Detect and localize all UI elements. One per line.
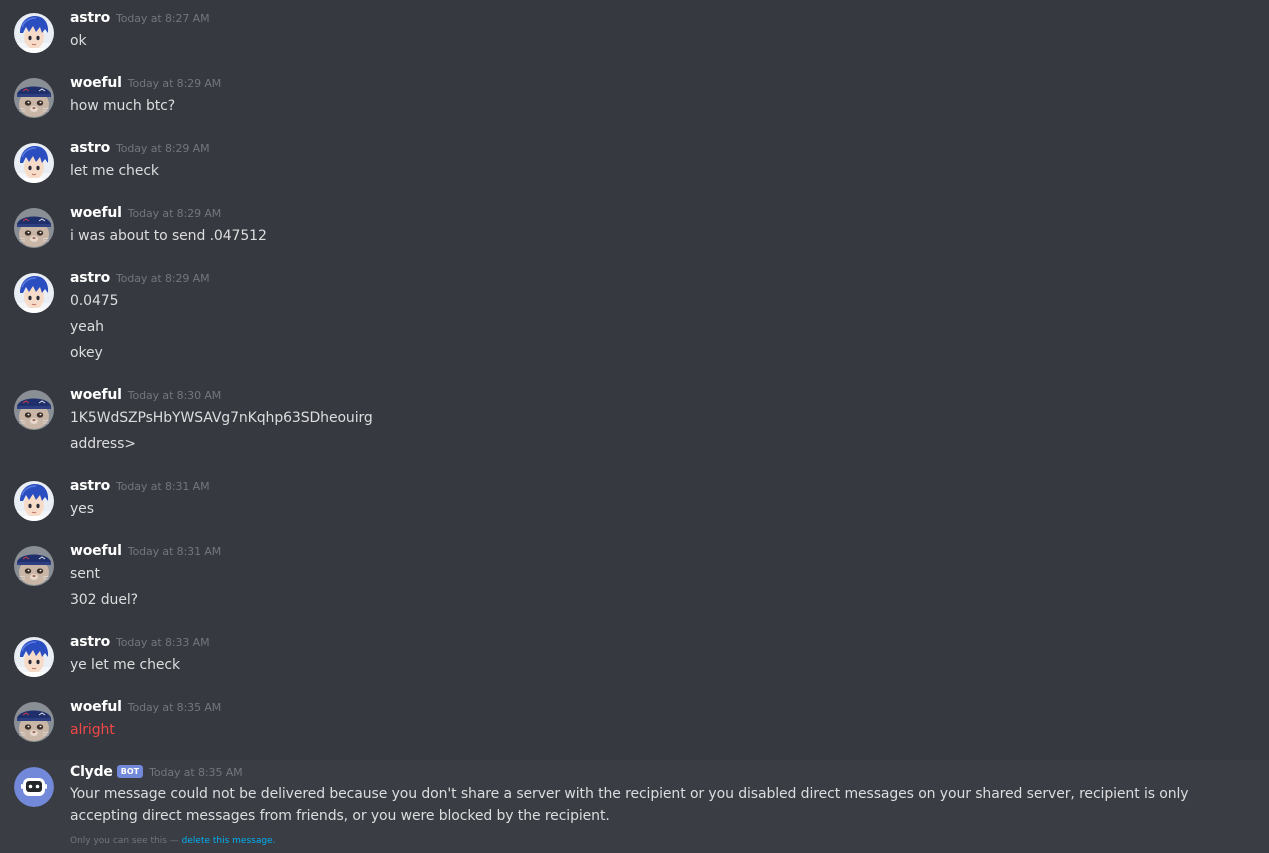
message-text: 1K5WdSZPsHbYWSAVg7nKqhp63SDheouirg [70,410,373,426]
timestamp: Today at 8:27 AM [116,12,210,25]
bot-tag: BOT [116,765,144,778]
message-text: yes [70,501,94,517]
timestamp: Today at 8:31 AM [116,480,210,493]
message-header: woeful Today at 8:30 AM [70,384,221,404]
message-header: woeful Today at 8:29 AM [70,72,221,92]
message-header: woeful Today at 8:29 AM [70,202,221,222]
username[interactable]: woeful [70,75,122,91]
timestamp: Today at 8:29 AM [127,207,222,220]
message-header: woeful Today at 8:31 AM [70,540,221,560]
message-header: astro Today at 8:29 AM [70,137,210,157]
clyde-bot-avatar[interactable] [14,767,54,807]
delete-message-link[interactable]: delete this message. [182,836,276,846]
message-header: astro Today at 8:33 AM [70,631,210,651]
message-header: astro Today at 8:31 AM [70,475,210,495]
clyde-message-text: Your message could not be delivered beca… [70,786,1189,824]
message-text: 302 duel? [70,592,138,608]
message-text: address> [70,436,136,452]
message-header: astro Today at 8:27 AM [70,7,210,27]
username[interactable]: astro [70,634,110,650]
woeful-avatar[interactable] [14,390,54,430]
username[interactable]: astro [70,478,110,494]
woeful-avatar[interactable] [14,546,54,586]
astro-avatar[interactable] [14,273,54,313]
message-header: astro Today at 8:29 AM [70,267,210,287]
message-header: woeful Today at 8:35 AM [70,696,221,716]
message-text: let me check [70,163,159,179]
message-text: ye let me check [70,657,180,673]
astro-avatar[interactable] [14,143,54,183]
timestamp: Today at 8:31 AM [127,545,222,558]
astro-avatar[interactable] [14,637,54,677]
timestamp: Today at 8:35 AM [127,701,222,714]
message-text: yeah [70,319,104,335]
woeful-avatar[interactable] [14,78,54,118]
timestamp: Today at 8:29 AM [116,272,210,285]
timestamp: Today at 8:33 AM [116,636,210,649]
message-text: i was about to send .047512 [70,228,267,244]
username[interactable]: woeful [70,205,122,221]
username[interactable]: astro [70,10,110,26]
message-text: how much btc? [70,98,176,114]
astro-avatar[interactable] [14,481,54,521]
username[interactable]: woeful [70,699,122,715]
message-text: 0.0475 [70,293,119,309]
username[interactable]: woeful [70,543,122,559]
woeful-avatar[interactable] [14,702,54,742]
username[interactable]: astro [70,270,110,286]
ephemeral-note-text: Only you can see this — [70,836,182,846]
message-text: ok [70,33,87,49]
woeful-avatar[interactable] [14,208,54,248]
astro-avatar[interactable] [14,13,54,53]
timestamp: Today at 8:29 AM [127,77,222,90]
failed-message-text: alright [70,722,115,738]
message-text: okey [70,345,103,361]
ephemeral-note: Only you can see this — delete this mess… [70,836,275,846]
username[interactable]: astro [70,140,110,156]
message-text: sent [70,566,100,582]
timestamp: Today at 8:35 AM [149,766,243,779]
timestamp: Today at 8:30 AM [127,389,222,402]
message-header: Clyde BOT Today at 8:35 AM [70,761,243,781]
username[interactable]: woeful [70,387,122,403]
chat-messages: astro Today at 8:27 AM ok woeful Today at … [0,0,1269,853]
username[interactable]: Clyde [70,764,113,780]
timestamp: Today at 8:29 AM [116,142,210,155]
